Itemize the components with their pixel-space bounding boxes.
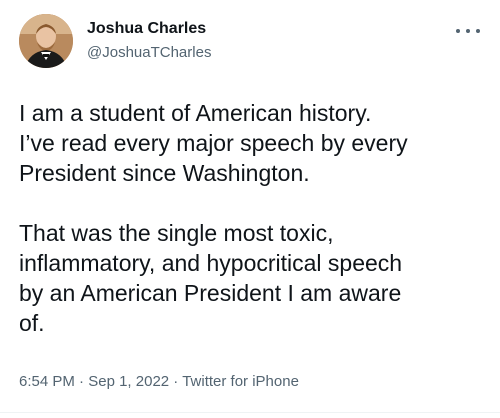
divider (0, 412, 500, 413)
user-handle[interactable]: @JoshuaTCharles (87, 42, 211, 63)
dot (456, 29, 460, 33)
tweet-source[interactable]: Twitter for iPhone (182, 373, 299, 390)
meta-separator: · (173, 373, 179, 390)
tweet-text: I am a student of American history. I’ve… (19, 98, 481, 338)
more-options-icon[interactable] (456, 24, 480, 38)
meta-separator: · (79, 373, 85, 390)
tweet-date[interactable]: Sep 1, 2022 (88, 373, 169, 390)
tweet-card: Joshua Charles @JoshuaTCharles I am a st… (0, 0, 500, 418)
dot (476, 29, 480, 33)
tweet-meta: 6:54 PM · Sep 1, 2022 · Twitter for iPho… (19, 372, 299, 392)
avatar[interactable] (19, 14, 73, 68)
tweet-time[interactable]: 6:54 PM (19, 373, 75, 390)
display-name[interactable]: Joshua Charles (87, 18, 211, 39)
tweet-paragraph-2: That was the single most toxic, inflamma… (19, 220, 403, 336)
dot (466, 29, 470, 33)
profile-photo-icon (19, 14, 73, 68)
author-names: Joshua Charles @JoshuaTCharles (87, 18, 211, 63)
tweet-paragraph-1: I am a student of American history. I’ve… (19, 100, 408, 186)
tweet-header: Joshua Charles @JoshuaTCharles (19, 14, 481, 76)
